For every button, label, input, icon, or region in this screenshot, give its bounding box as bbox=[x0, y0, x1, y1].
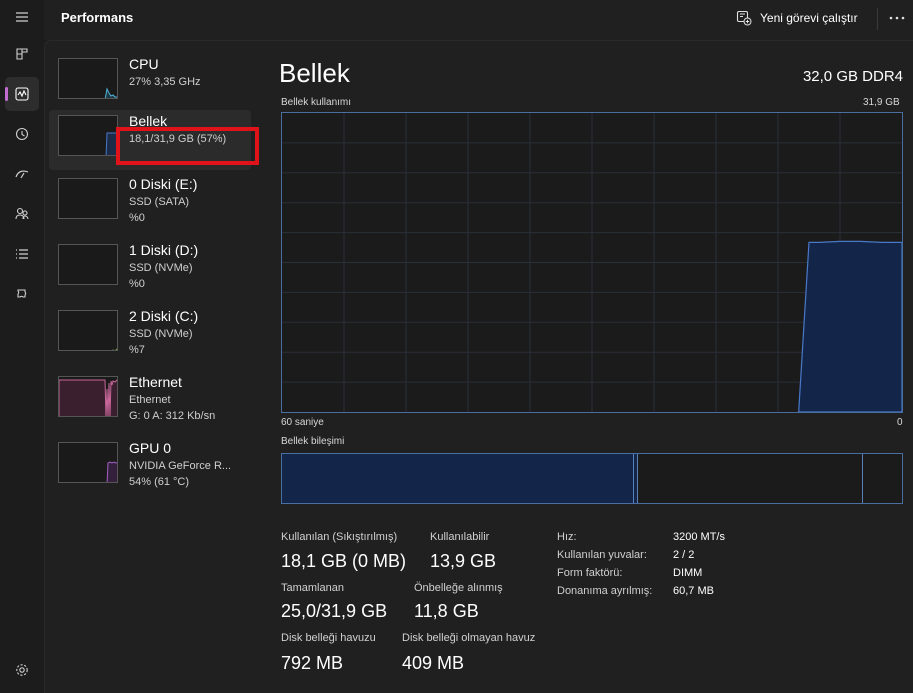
more-options-button[interactable] bbox=[884, 6, 910, 30]
nav-rail bbox=[0, 0, 44, 693]
composition-label: Bellek bileşimi bbox=[281, 436, 345, 447]
stat-in-use-value: 18,1 GB (0 MB) bbox=[281, 551, 407, 571]
device-usage: %7 bbox=[129, 344, 145, 356]
device-disk-d[interactable]: 1 Diski (D:) SSD (NVMe) %0 bbox=[49, 239, 251, 299]
title-divider bbox=[877, 8, 878, 30]
device-gpu[interactable]: GPU 0 NVIDIA GeForce R... 54% (61 °C) bbox=[49, 437, 251, 497]
memory-composition-bar bbox=[281, 453, 903, 504]
stat-cached-label: Önbelleğe alınmış bbox=[414, 582, 503, 594]
new-task-icon bbox=[736, 10, 752, 26]
spec-reserved-value: 60,7 MB bbox=[673, 585, 714, 597]
usage-chart-max: 31,9 GB bbox=[863, 97, 900, 108]
device-thumbnail bbox=[58, 442, 118, 483]
composition-standby bbox=[638, 454, 863, 503]
device-type: NVIDIA GeForce R... bbox=[129, 460, 232, 472]
time-axis-left: 60 saniye bbox=[281, 417, 324, 428]
device-detail: 27% 3,35 GHz bbox=[129, 76, 201, 88]
stat-committed-label: Tamamlanan bbox=[281, 582, 344, 594]
stat-committed-value: 25,0/31,9 GB bbox=[281, 601, 388, 621]
device-usage: 54% (61 °C) bbox=[129, 476, 190, 488]
spec-form-factor-key: Form faktörü: bbox=[557, 567, 623, 579]
detail-title: Bellek bbox=[279, 58, 350, 88]
stat-in-use-label: Kullanılan (Sıkıştırılmış) bbox=[281, 531, 398, 543]
stat-available-label: Kullanılabilir bbox=[430, 531, 490, 543]
device-ethernet[interactable]: Ethernet Ethernet G: 0 A: 312 Kb/sn bbox=[49, 371, 251, 431]
new-task-button[interactable]: Yeni görevi çalıştır bbox=[736, 6, 858, 30]
stat-paged-pool-value: 792 MB bbox=[281, 653, 344, 673]
stat-paged-pool-label: Disk belleği havuzu bbox=[281, 632, 376, 644]
spec-speed-value: 3200 MT/s bbox=[673, 531, 725, 543]
device-name: 0 Diski (E:) bbox=[129, 176, 198, 192]
usage-chart-label: Bellek kullanımı bbox=[281, 97, 352, 108]
hamburger-menu-icon[interactable] bbox=[5, 0, 39, 34]
device-type: Ethernet bbox=[129, 394, 171, 406]
device-type: SSD (SATA) bbox=[129, 196, 190, 208]
device-disk-c[interactable]: 2 Diski (C:) SSD (NVMe) %7 bbox=[49, 305, 251, 365]
device-type: SSD (NVMe) bbox=[129, 328, 193, 340]
device-name: 2 Diski (C:) bbox=[129, 308, 199, 324]
stat-nonpaged-pool-value: 409 MB bbox=[402, 653, 465, 673]
device-name: GPU 0 bbox=[129, 440, 172, 456]
spec-speed-key: Hız: bbox=[557, 531, 577, 543]
composition-free bbox=[863, 454, 902, 503]
spec-slots-value: 2 / 2 bbox=[673, 549, 695, 561]
spec-form-factor-value: DIMM bbox=[673, 567, 703, 579]
spec-reserved-key: Donanıma ayrılmış: bbox=[557, 585, 653, 597]
device-cpu[interactable]: CPU 27% 3,35 GHz bbox=[49, 53, 251, 113]
device-thumbnail bbox=[58, 244, 118, 285]
device-thumbnail bbox=[58, 58, 118, 99]
device-thumbnail bbox=[58, 178, 118, 219]
page-title: Performans bbox=[61, 10, 134, 25]
stat-nonpaged-pool-label: Disk belleği olmayan havuz bbox=[402, 632, 536, 644]
composition-in-use bbox=[282, 454, 634, 503]
time-axis-right: 0 bbox=[897, 417, 903, 428]
highlight-box bbox=[116, 127, 259, 165]
title-bar: Performans Yeni görevi çalıştır bbox=[44, 0, 913, 40]
users-icon[interactable] bbox=[5, 197, 39, 231]
memory-usage-area bbox=[798, 240, 903, 413]
services-icon[interactable] bbox=[5, 277, 39, 311]
stat-cached-value: 11,8 GB bbox=[414, 601, 479, 621]
device-thumbnail bbox=[58, 115, 118, 156]
app-history-icon[interactable] bbox=[5, 117, 39, 151]
device-thumbnail bbox=[58, 310, 118, 351]
more-icon bbox=[889, 16, 905, 20]
processes-icon[interactable] bbox=[5, 37, 39, 71]
device-usage: %0 bbox=[129, 278, 145, 290]
device-name: 1 Diski (D:) bbox=[129, 242, 199, 258]
details-icon[interactable] bbox=[5, 237, 39, 271]
memory-spec: 32,0 GB DDR4 bbox=[802, 68, 903, 85]
memory-usage-chart bbox=[281, 112, 903, 413]
device-name: Ethernet bbox=[129, 374, 182, 390]
spec-slots-key: Kullanılan yuvalar: bbox=[557, 549, 647, 561]
startup-apps-icon[interactable] bbox=[5, 157, 39, 191]
device-type: SSD (NVMe) bbox=[129, 262, 193, 274]
memory-usage-svg bbox=[282, 113, 903, 413]
device-disk-e[interactable]: 0 Diski (E:) SSD (SATA) %0 bbox=[49, 173, 251, 233]
device-usage: G: 0 A: 312 Kb/sn bbox=[129, 410, 216, 422]
device-name: CPU bbox=[129, 56, 159, 72]
performance-icon[interactable] bbox=[5, 77, 39, 111]
device-usage: %0 bbox=[129, 212, 145, 224]
settings-icon[interactable] bbox=[5, 653, 39, 687]
device-thumbnail bbox=[58, 376, 118, 417]
new-task-label: Yeni görevi çalıştır bbox=[760, 11, 858, 25]
stat-available-value: 13,9 GB bbox=[430, 551, 497, 571]
